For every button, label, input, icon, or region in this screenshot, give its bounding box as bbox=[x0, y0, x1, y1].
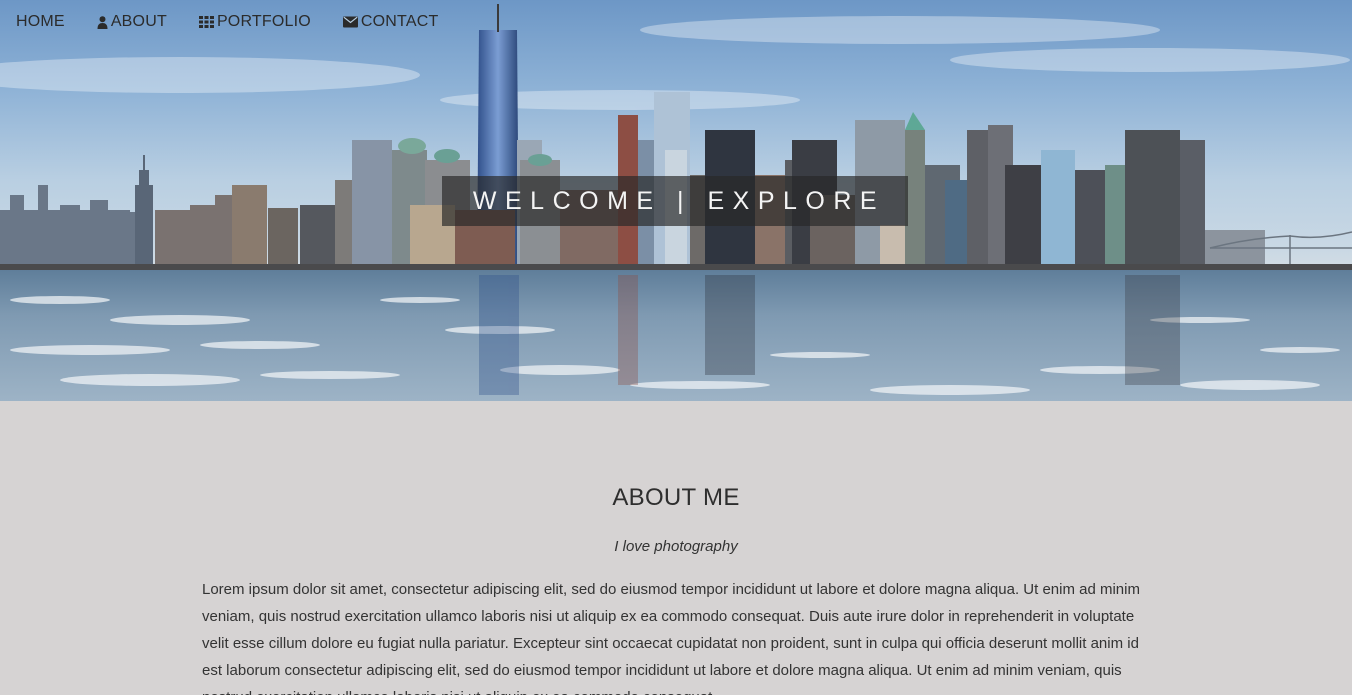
grid-icon bbox=[198, 16, 214, 28]
about-title: ABOUT ME bbox=[612, 484, 740, 511]
nav-about[interactable]: ABOUT bbox=[97, 13, 167, 31]
about-section: ABOUT ME I love photography Lorem ipsum … bbox=[0, 401, 1352, 695]
nav-contact-label: CONTACT bbox=[360, 13, 439, 30]
nav-portfolio-label: PORTFOLIO bbox=[216, 13, 311, 30]
nav-portfolio[interactable]: PORTFOLIO bbox=[198, 13, 311, 31]
nav-contact[interactable]: CONTACT bbox=[342, 13, 439, 31]
envelope-icon bbox=[342, 16, 358, 28]
user-icon bbox=[97, 15, 108, 29]
nav-about-label: ABOUT bbox=[110, 13, 167, 30]
welcome-banner: WELCOME | EXPLORE bbox=[442, 176, 908, 226]
nav-home-label: HOME bbox=[16, 13, 65, 30]
welcome-banner-text: WELCOME | EXPLORE bbox=[472, 186, 886, 215]
main-nav: HOME ABOUT PORTFOLIO CONTACT bbox=[0, 0, 1352, 44]
nav-home[interactable]: HOME bbox=[16, 13, 65, 31]
about-subtitle: I love photography bbox=[614, 538, 738, 555]
about-body-text: Lorem ipsum dolor sit amet, consectetur … bbox=[202, 581, 1140, 695]
